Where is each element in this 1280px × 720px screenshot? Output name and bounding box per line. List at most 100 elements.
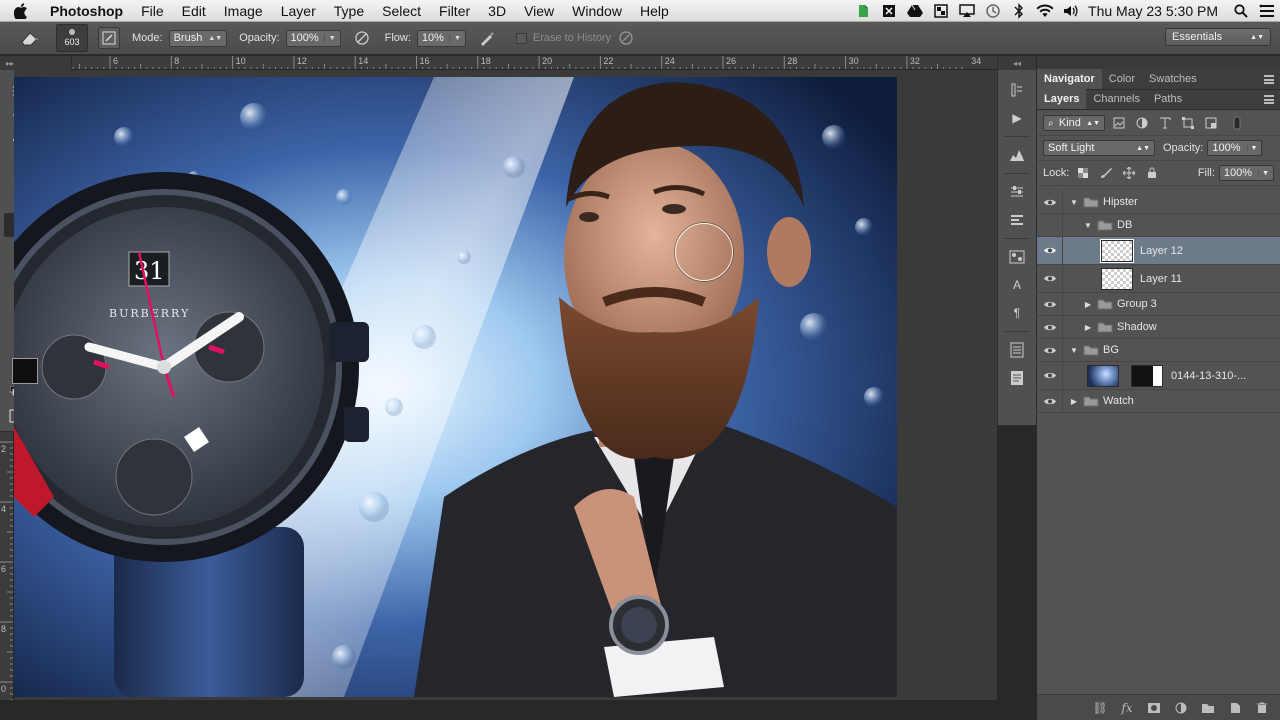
layer-style-fx-icon[interactable]: fx bbox=[1117, 698, 1137, 718]
tab-color[interactable]: Color bbox=[1102, 69, 1142, 89]
layer-row-shadow[interactable]: ▶ Shadow bbox=[1037, 316, 1280, 339]
brush-size-preset[interactable]: 603 bbox=[56, 24, 88, 52]
menubar-clock[interactable]: Thu May 23 5:30 PM bbox=[1084, 3, 1228, 19]
menu-help[interactable]: Help bbox=[631, 0, 678, 22]
visibility-eye-icon[interactable] bbox=[1037, 214, 1063, 236]
menu-view[interactable]: View bbox=[515, 0, 563, 22]
lock-transparent-pixels-icon[interactable] bbox=[1074, 165, 1092, 181]
panel-group-header[interactable] bbox=[1037, 56, 1280, 70]
link-layers-icon[interactable]: ⛓ bbox=[1090, 698, 1110, 718]
bluetooth-icon[interactable] bbox=[1006, 0, 1032, 22]
histogram-panel-icon[interactable] bbox=[1006, 144, 1028, 166]
brush-panel-toggle-icon[interactable] bbox=[98, 27, 120, 49]
filter-pixel-icon[interactable] bbox=[1110, 115, 1128, 131]
flow-field[interactable]: 10% ▼ bbox=[416, 29, 466, 47]
foreground-color-swatch[interactable] bbox=[12, 358, 38, 384]
visibility-eye-icon[interactable] bbox=[1037, 362, 1063, 389]
grid-app-icon[interactable] bbox=[928, 0, 954, 22]
layer-filter-kind-select[interactable]: ⌕ Kind ▲▼ bbox=[1043, 115, 1105, 131]
group-collapsed-arrow-icon[interactable]: ▶ bbox=[1083, 300, 1093, 309]
panel-menu-icon[interactable] bbox=[1264, 75, 1274, 84]
document-image[interactable]: 31 BURBERRY bbox=[14, 77, 897, 697]
layer-row-db[interactable]: ▼ DB bbox=[1037, 214, 1280, 237]
lock-image-pixels-icon[interactable] bbox=[1097, 165, 1115, 181]
lock-all-icon[interactable] bbox=[1143, 165, 1161, 181]
filter-smart-object-icon[interactable] bbox=[1202, 115, 1220, 131]
apple-icon[interactable] bbox=[0, 0, 42, 22]
visibility-eye-icon[interactable] bbox=[1037, 390, 1063, 412]
fill-field[interactable]: 100% ▼ bbox=[1218, 165, 1274, 181]
new-group-icon[interactable] bbox=[1198, 698, 1218, 718]
layer-mask-thumbnail[interactable] bbox=[1131, 364, 1163, 387]
add-mask-icon[interactable] bbox=[1144, 698, 1164, 718]
pressure-opacity-icon[interactable] bbox=[351, 27, 373, 49]
layer-row-hipster[interactable]: ▼ Hipster bbox=[1037, 191, 1280, 214]
layer-row-bg[interactable]: ▼ BG bbox=[1037, 339, 1280, 362]
history-panel-icon[interactable] bbox=[1006, 79, 1028, 101]
drive-icon[interactable] bbox=[902, 0, 928, 22]
pressure-size-icon[interactable] bbox=[615, 27, 637, 49]
new-layer-icon[interactable] bbox=[1225, 698, 1245, 718]
scissors-icon[interactable] bbox=[876, 0, 902, 22]
panel-menu-icon[interactable] bbox=[1264, 95, 1274, 104]
spotlight-icon[interactable] bbox=[1228, 0, 1254, 22]
notification-center-icon[interactable] bbox=[1254, 0, 1280, 22]
character-panel-icon[interactable]: A bbox=[1006, 274, 1028, 296]
properties-panel-icon[interactable] bbox=[1006, 209, 1028, 231]
time-machine-icon[interactable] bbox=[980, 0, 1006, 22]
filter-shape-icon[interactable] bbox=[1179, 115, 1197, 131]
group-expanded-arrow-icon[interactable]: ▼ bbox=[1069, 198, 1079, 207]
menu-edit[interactable]: Edit bbox=[173, 0, 215, 22]
notes-panel-icon[interactable] bbox=[1006, 367, 1028, 389]
opacity-field[interactable]: 100% ▼ bbox=[285, 29, 341, 47]
filter-toggle-icon[interactable] bbox=[1228, 115, 1246, 131]
visibility-eye-icon[interactable] bbox=[1037, 339, 1063, 361]
volume-icon[interactable] bbox=[1058, 0, 1084, 22]
blend-mode-select[interactable]: Soft Light ▲▼ bbox=[1043, 140, 1155, 156]
visibility-eye-icon[interactable] bbox=[1037, 316, 1063, 338]
filter-adjustment-icon[interactable] bbox=[1133, 115, 1151, 131]
tab-paths[interactable]: Paths bbox=[1147, 89, 1189, 109]
airbrush-icon[interactable] bbox=[476, 27, 498, 49]
visibility-eye-icon[interactable] bbox=[1037, 191, 1063, 213]
wifi-icon[interactable] bbox=[1032, 0, 1058, 22]
group-expanded-arrow-icon[interactable]: ▼ bbox=[1069, 346, 1079, 355]
paragraph-panel-icon[interactable]: ¶ bbox=[1006, 302, 1028, 324]
tab-navigator[interactable]: Navigator bbox=[1037, 69, 1102, 89]
mode-select[interactable]: Brush ▲▼ bbox=[168, 29, 228, 47]
menu-image[interactable]: Image bbox=[215, 0, 272, 22]
adjustments-panel-icon[interactable] bbox=[1006, 181, 1028, 203]
group-collapsed-arrow-icon[interactable]: ▶ bbox=[1069, 397, 1079, 406]
menu-3d[interactable]: 3D bbox=[479, 0, 515, 22]
layer-row-watch[interactable]: ▶ Watch bbox=[1037, 390, 1280, 413]
group-collapsed-arrow-icon[interactable]: ▶ bbox=[1083, 323, 1093, 332]
layer-opacity-field[interactable]: 100% ▼ bbox=[1207, 140, 1263, 156]
menu-window[interactable]: Window bbox=[563, 0, 631, 22]
delete-layer-icon[interactable] bbox=[1252, 698, 1272, 718]
menu-file[interactable]: File bbox=[132, 0, 173, 22]
tab-swatches[interactable]: Swatches bbox=[1142, 69, 1204, 89]
brush-presets-panel-icon[interactable] bbox=[1006, 246, 1028, 268]
actions-panel-icon[interactable]: ▶ bbox=[1006, 107, 1028, 129]
filter-type-icon[interactable] bbox=[1156, 115, 1174, 131]
evernote-icon[interactable] bbox=[850, 0, 876, 22]
visibility-eye-icon[interactable] bbox=[1037, 293, 1063, 315]
lock-position-icon[interactable] bbox=[1120, 165, 1138, 181]
tools-panel-collapse-icon[interactable]: ▸▸ bbox=[0, 56, 71, 70]
menu-layer[interactable]: Layer bbox=[272, 0, 325, 22]
tab-layers[interactable]: Layers bbox=[1037, 89, 1087, 109]
visibility-eye-icon[interactable] bbox=[1037, 265, 1063, 292]
layer-row-group-3[interactable]: ▶ Group 3 bbox=[1037, 293, 1280, 316]
menu-app-name[interactable]: Photoshop bbox=[42, 0, 132, 22]
erase-to-history-checkbox[interactable] bbox=[515, 32, 527, 44]
visibility-eye-icon[interactable] bbox=[1037, 237, 1063, 264]
layer-row-layer-12[interactable]: Layer 12 bbox=[1037, 237, 1280, 265]
menu-type[interactable]: Type bbox=[325, 0, 373, 22]
workspace-switcher[interactable]: Essentials ▲▼ bbox=[1165, 28, 1271, 46]
dock-collapse-icon[interactable]: ◂◂ bbox=[998, 56, 1036, 70]
menu-filter[interactable]: Filter bbox=[430, 0, 479, 22]
layer-row-layer-11[interactable]: Layer 11 bbox=[1037, 265, 1280, 293]
new-adjustment-layer-icon[interactable] bbox=[1171, 698, 1191, 718]
eraser-tool-preset-icon[interactable] bbox=[12, 24, 48, 52]
layer-row-bg-image[interactable]: 0144-13-310-... bbox=[1037, 362, 1280, 390]
